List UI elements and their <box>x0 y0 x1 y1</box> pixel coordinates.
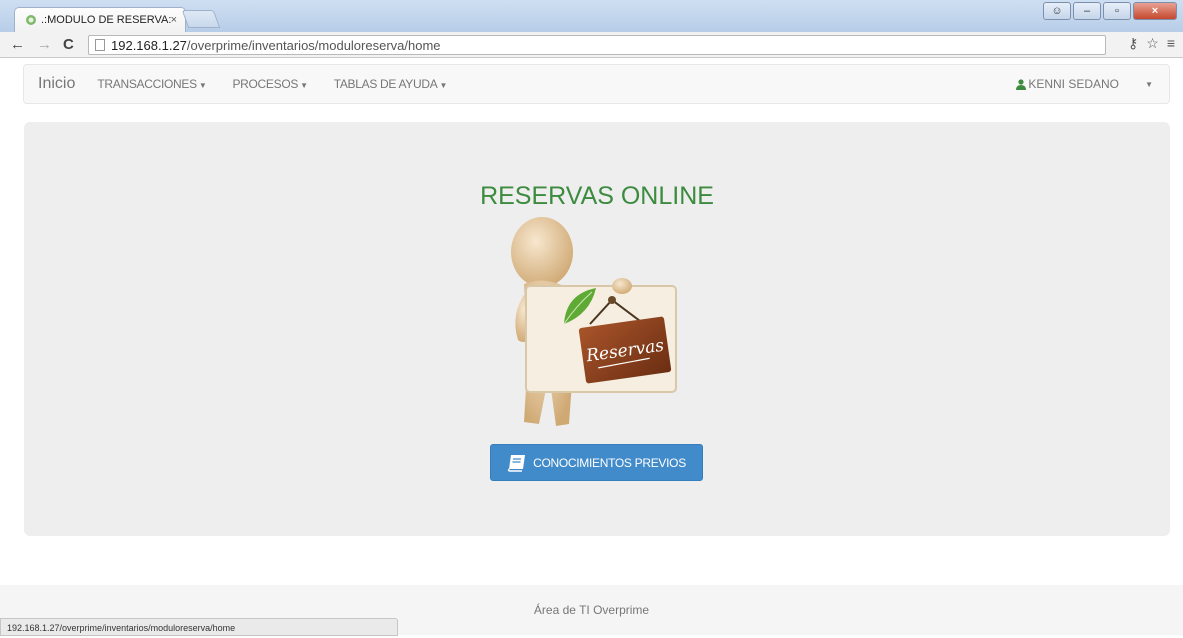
favicon-icon <box>26 15 36 25</box>
top-navbar: Inicio TRANSACCIONES ▼ PROCESOS ▼ TABLAS D… <box>23 64 1170 104</box>
star-icon[interactable]: ☆ <box>1146 35 1159 52</box>
new-tab-button[interactable] <box>181 10 221 28</box>
user-name: KENNI SEDANO <box>1028 77 1119 91</box>
navbar-brand[interactable]: Inicio <box>38 75 75 93</box>
tab-close-icon[interactable]: × <box>171 14 177 26</box>
book-icon <box>508 454 526 472</box>
reload-icon[interactable]: C <box>63 36 74 53</box>
url-host: 192.168.1.27 <box>111 37 187 53</box>
key-icon[interactable]: ⚷ <box>1128 35 1138 52</box>
nav-item-tablas-de-ayuda[interactable]: TABLAS DE AYUDA ▼ <box>333 77 448 91</box>
nav-label: TRANSACCIONES <box>97 77 197 91</box>
address-bar[interactable]: 192.168.1.27/overprime/inventarios/modul… <box>88 35 1106 55</box>
status-bar-url: 192.168.1.27/overprime/inventarios/modul… <box>0 618 398 636</box>
caret-down-icon: ▼ <box>198 81 207 90</box>
browser-titlebar: .:MODULO DE RESERVA:. × ☺ – ▫ × <box>0 0 1183 32</box>
browser-tab[interactable]: .:MODULO DE RESERVA:. × <box>14 7 186 32</box>
menu-icon[interactable]: ≡ <box>1167 35 1175 52</box>
minimize-icon[interactable]: – <box>1073 2 1101 20</box>
page-content: Inicio TRANSACCIONES ▼ PROCESOS ▼ TABLAS D… <box>0 58 1183 638</box>
page-icon <box>95 39 105 51</box>
conocimientos-previos-button[interactable]: CONOCIMIENTOS PREVIOS <box>490 444 703 481</box>
forward-icon[interactable]: → <box>37 36 52 53</box>
back-icon[interactable]: ← <box>10 36 25 53</box>
browser-toolbar: ← → C 192.168.1.27/overprime/inventarios… <box>0 32 1183 58</box>
button-label: CONOCIMIENTOS PREVIOS <box>533 455 686 470</box>
url-path: /overprime/inventarios/moduloreserva/hom… <box>186 37 441 53</box>
user-icon <box>1016 78 1027 90</box>
nav-label: TABLAS DE AYUDA <box>333 77 438 91</box>
window-controls: ☺ – ▫ × <box>1043 2 1177 20</box>
tab-title: .:MODULO DE RESERVA:. <box>41 14 171 26</box>
window-close-icon[interactable]: × <box>1133 2 1177 20</box>
caret-down-icon: ▼ <box>439 81 448 90</box>
nav-item-transacciones[interactable]: TRANSACCIONES ▼ <box>97 77 206 91</box>
reservas-illustration: Reservas <box>511 217 677 426</box>
maximize-icon[interactable]: ▫ <box>1103 2 1131 20</box>
user-caret-down-icon[interactable]: ▼ <box>1145 80 1153 89</box>
caret-down-icon: ▼ <box>300 81 308 90</box>
user-menu[interactable]: KENNI SEDANO <box>1016 77 1119 91</box>
user-profile-icon[interactable]: ☺ <box>1043 2 1071 20</box>
footer-text: Área de TI Overprime <box>533 603 650 617</box>
hero-title: RESERVAS ONLINE <box>480 182 714 210</box>
hero-panel: RESERVAS ONLINE Reservas CONOCIMIENTOS P… <box>24 122 1170 536</box>
nav-label: PROCESOS <box>232 77 299 91</box>
nav-item-procesos[interactable]: PROCESOS ▼ <box>232 77 308 91</box>
